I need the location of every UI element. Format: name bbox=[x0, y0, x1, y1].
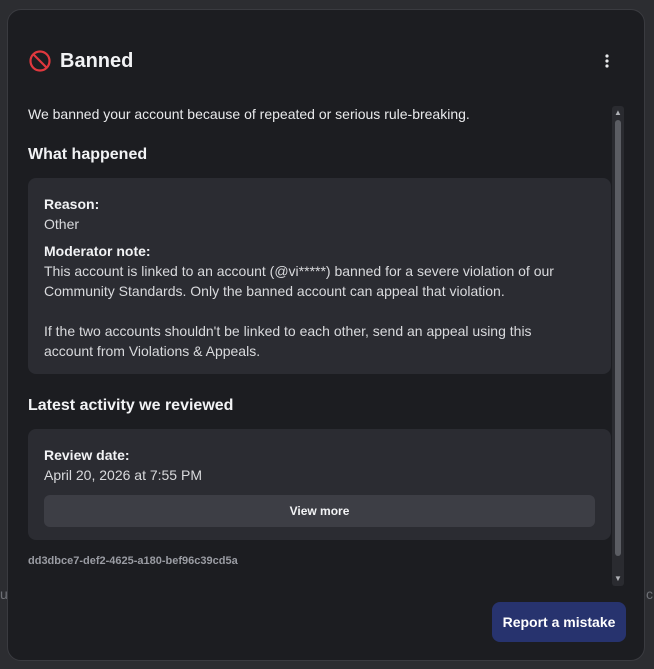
review-date-label: Review date: bbox=[44, 447, 130, 463]
dialog-title: Banned bbox=[60, 49, 134, 72]
ban-intro-text: We banned your account because of repeat… bbox=[28, 106, 470, 122]
report-mistake-button[interactable]: Report a mistake bbox=[492, 602, 626, 642]
kebab-icon bbox=[605, 54, 609, 68]
latest-activity-card: Review date: April 20, 2026 at 7:55 PM V… bbox=[28, 429, 611, 540]
what-happened-card: Reason: Other Moderator note: This accou… bbox=[28, 178, 611, 374]
vertical-scrollbar[interactable]: ▲ ▼ bbox=[612, 106, 624, 586]
dialog-header: Banned bbox=[28, 46, 133, 76]
moderator-note-text: This account is linked to an account (@v… bbox=[44, 263, 554, 359]
background-text-fragment-right: c bbox=[646, 586, 653, 602]
view-more-button[interactable]: View more bbox=[44, 495, 595, 527]
dialog-scroll-content[interactable]: We banned your account because of repeat… bbox=[28, 104, 612, 584]
scrollbar-thumb[interactable] bbox=[615, 120, 621, 556]
scroll-down-arrow-icon[interactable]: ▼ bbox=[612, 573, 624, 585]
ban-dialog: Banned We banned your account because of… bbox=[7, 9, 645, 661]
reference-id: dd3dbce7-def2-4625-a180-bef96c39cd5a bbox=[28, 555, 238, 567]
ban-icon bbox=[28, 49, 52, 73]
what-happened-heading: What happened bbox=[28, 146, 148, 163]
moderator-note-label: Moderator note: bbox=[44, 243, 151, 259]
reason-value: Other bbox=[44, 216, 80, 232]
reason-label: Reason: bbox=[44, 196, 100, 212]
latest-activity-heading: Latest activity we reviewed bbox=[28, 397, 234, 414]
more-options-button[interactable] bbox=[596, 50, 618, 72]
review-date-value: April 20, 2026 at 7:55 PM bbox=[44, 467, 202, 483]
scroll-up-arrow-icon[interactable]: ▲ bbox=[612, 107, 624, 119]
